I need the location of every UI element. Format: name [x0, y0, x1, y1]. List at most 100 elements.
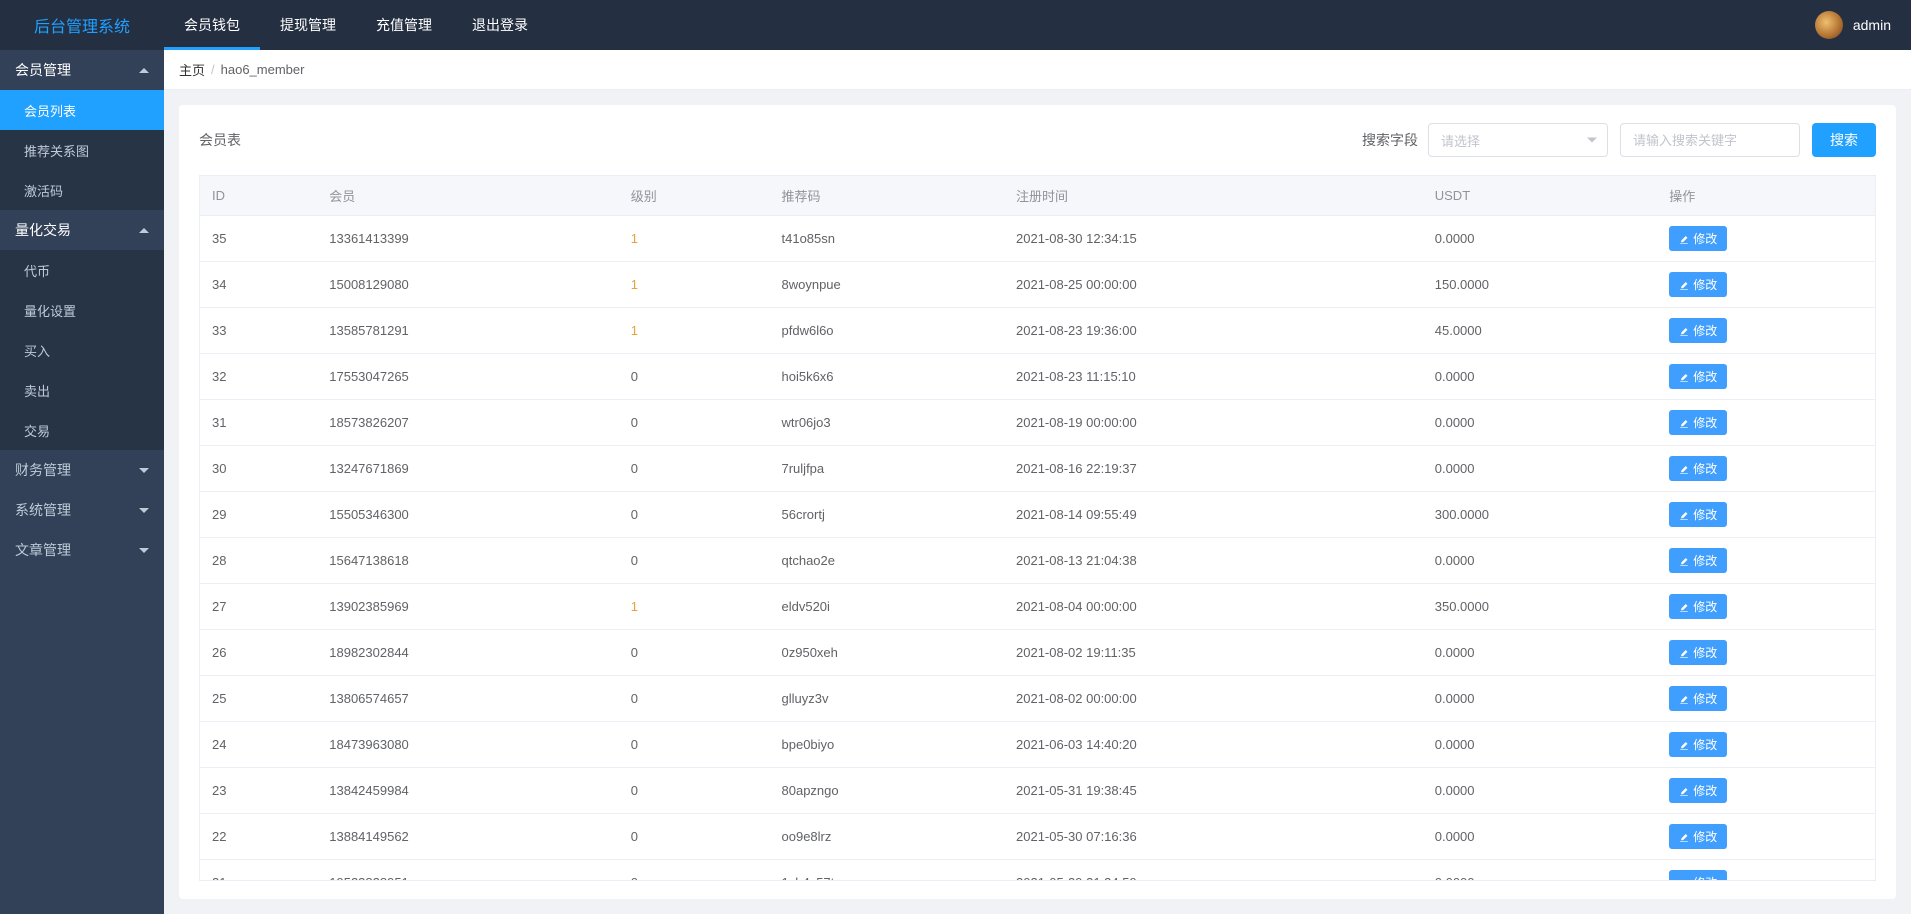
edit-button[interactable]: 修改 — [1669, 456, 1727, 481]
edit-icon — [1679, 648, 1689, 658]
cell-level: 0 — [619, 814, 770, 860]
edit-button[interactable]: 修改 — [1669, 226, 1727, 251]
cell-code: pfdw6l6o — [770, 308, 1005, 354]
col-level[interactable]: 级别 — [619, 176, 770, 216]
table-row: 341500812908018woynpue2021-08-25 00:00:0… — [200, 262, 1875, 308]
col-usdt[interactable]: USDT — [1423, 176, 1658, 216]
cell-op: 修改 — [1657, 354, 1875, 400]
edit-button[interactable]: 修改 — [1669, 778, 1727, 803]
sidebar-item-1-0[interactable]: 代币 — [0, 250, 164, 290]
edit-button[interactable]: 修改 — [1669, 318, 1727, 343]
edit-icon — [1679, 234, 1689, 244]
topnav-item-1[interactable]: 提现管理 — [260, 0, 356, 50]
cell-id: 35 — [200, 216, 317, 262]
table-row: 2915505346300056crortj2021-08-14 09:55:4… — [200, 492, 1875, 538]
cell-usdt: 0.0000 — [1423, 814, 1658, 860]
topnav-item-0[interactable]: 会员钱包 — [164, 0, 260, 50]
sidebar-group-4[interactable]: 文章管理 — [0, 530, 164, 570]
edit-button-label: 修改 — [1693, 276, 1717, 293]
col-code[interactable]: 推荐码 — [770, 176, 1005, 216]
cell-usdt: 0.0000 — [1423, 400, 1658, 446]
edit-icon — [1679, 418, 1689, 428]
avatar — [1815, 11, 1843, 39]
cell-member: 13247671869 — [317, 446, 619, 492]
edit-button[interactable]: 修改 — [1669, 548, 1727, 573]
sidebar-item-1-3[interactable]: 卖出 — [0, 370, 164, 410]
cell-member: 18573826207 — [317, 400, 619, 446]
sidebar-item-0-1[interactable]: 推荐关系图 — [0, 130, 164, 170]
sidebar-item-0-2[interactable]: 激活码 — [0, 170, 164, 210]
edit-button[interactable]: 修改 — [1669, 272, 1727, 297]
edit-button[interactable]: 修改 — [1669, 594, 1727, 619]
search-field-select[interactable]: 请选择 — [1428, 123, 1608, 157]
col-member[interactable]: 会员 — [317, 176, 619, 216]
sidebar-group-label: 会员管理 — [15, 60, 71, 80]
edit-icon — [1679, 878, 1689, 882]
cell-code: 80apzngo — [770, 768, 1005, 814]
col-op[interactable]: 操作 — [1657, 176, 1875, 216]
edit-button[interactable]: 修改 — [1669, 640, 1727, 665]
cell-member: 13884149562 — [317, 814, 619, 860]
cell-id: 29 — [200, 492, 317, 538]
cell-member: 15647138618 — [317, 538, 619, 584]
table-row: 25138065746570glluyz3v2021-08-02 00:00:0… — [200, 676, 1875, 722]
breadcrumb-home[interactable]: 主页 — [179, 60, 205, 79]
col-reg-time[interactable]: 注册时间 — [1004, 176, 1423, 216]
cell-id: 26 — [200, 630, 317, 676]
cell-usdt: 0.0000 — [1423, 676, 1658, 722]
cell-usdt: 300.0000 — [1423, 492, 1658, 538]
search-input[interactable] — [1620, 123, 1800, 157]
cell-id: 27 — [200, 584, 317, 630]
sidebar-group-label: 文章管理 — [15, 540, 71, 560]
edit-button-label: 修改 — [1693, 552, 1717, 569]
search-button[interactable]: 搜索 — [1812, 123, 1876, 157]
chevron-down-icon — [139, 548, 149, 553]
cell-id: 32 — [200, 354, 317, 400]
cell-reg-time: 2021-08-16 22:19:37 — [1004, 446, 1423, 492]
sidebar-group-2[interactable]: 财务管理 — [0, 450, 164, 490]
breadcrumb-current: hao6_member — [221, 62, 305, 77]
cell-level: 0 — [619, 400, 770, 446]
topnav-item-3[interactable]: 退出登录 — [452, 0, 548, 50]
cell-code: glluyz3v — [770, 676, 1005, 722]
table-row: 31185738262070wtr06jo32021-08-19 00:00:0… — [200, 400, 1875, 446]
cell-reg-time: 2021-05-30 07:16:36 — [1004, 814, 1423, 860]
user-menu[interactable]: admin — [1815, 11, 1891, 39]
cell-op: 修改 — [1657, 584, 1875, 630]
edit-button[interactable]: 修改 — [1669, 732, 1727, 757]
member-table-container[interactable]: ID 会员 级别 推荐码 注册时间 USDT 操作 35133614133991… — [199, 175, 1876, 881]
edit-icon — [1679, 832, 1689, 842]
chevron-down-icon — [139, 468, 149, 473]
topnav-item-2[interactable]: 充值管理 — [356, 0, 452, 50]
sidebar-group-1[interactable]: 量化交易 — [0, 210, 164, 250]
cell-member: 13842459984 — [317, 768, 619, 814]
cell-code: 56crortj — [770, 492, 1005, 538]
cell-reg-time: 2021-08-04 00:00:00 — [1004, 584, 1423, 630]
cell-usdt: 0.0000 — [1423, 538, 1658, 584]
edit-button-label: 修改 — [1693, 598, 1717, 615]
sidebar-item-1-2[interactable]: 买入 — [0, 330, 164, 370]
edit-button-label: 修改 — [1693, 782, 1717, 799]
cell-level: 1 — [619, 584, 770, 630]
cell-member: 17553047265 — [317, 354, 619, 400]
edit-button[interactable]: 修改 — [1669, 824, 1727, 849]
username: admin — [1853, 17, 1891, 33]
sidebar-group-3[interactable]: 系统管理 — [0, 490, 164, 530]
edit-icon — [1679, 740, 1689, 750]
edit-button[interactable]: 修改 — [1669, 364, 1727, 389]
main-content: 主页 / hao6_member 会员表 搜索字段 请选择 搜索 — [164, 50, 1911, 914]
edit-button[interactable]: 修改 — [1669, 502, 1727, 527]
sidebar-item-1-4[interactable]: 交易 — [0, 410, 164, 450]
cell-usdt: 0.0000 — [1423, 768, 1658, 814]
table-row: 22138841495620oo9e8lrz2021-05-30 07:16:3… — [200, 814, 1875, 860]
brand-title: 后台管理系统 — [0, 13, 164, 37]
col-id[interactable]: ID — [200, 176, 317, 216]
edit-button[interactable]: 修改 — [1669, 870, 1727, 881]
sidebar-item-1-1[interactable]: 量化设置 — [0, 290, 164, 330]
sidebar-group-0[interactable]: 会员管理 — [0, 50, 164, 90]
cell-level: 0 — [619, 768, 770, 814]
sidebar-item-0-0[interactable]: 会员列表 — [0, 90, 164, 130]
edit-button[interactable]: 修改 — [1669, 410, 1727, 435]
cell-reg-time: 2021-08-25 00:00:00 — [1004, 262, 1423, 308]
edit-button[interactable]: 修改 — [1669, 686, 1727, 711]
